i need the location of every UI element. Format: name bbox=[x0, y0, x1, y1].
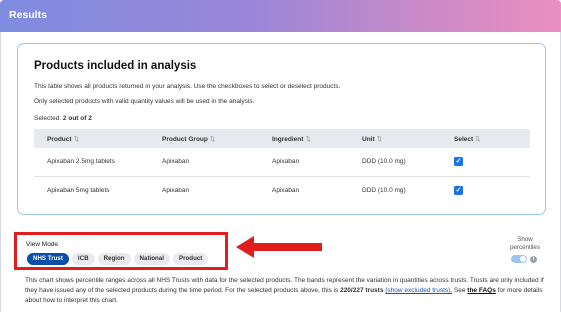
view-mode-region-button[interactable]: Region bbox=[97, 253, 131, 265]
checkbox-checked-icon[interactable]: ✓ bbox=[454, 185, 463, 195]
table-row: Apixaban 5mg tablets Apixaban Apixaban D… bbox=[34, 176, 530, 204]
sort-icon: ⇅ bbox=[376, 135, 383, 143]
sort-icon: ⇅ bbox=[305, 135, 311, 143]
cell-ingredient: Apixaban bbox=[272, 158, 300, 166]
selected-value: 2 out of 2 bbox=[62, 115, 92, 122]
trust-count: 220/227 trusts bbox=[340, 287, 384, 294]
view-mode-icb-button[interactable]: ICB bbox=[71, 253, 95, 265]
cell-product: Apixaban 2.5mg tablets bbox=[47, 158, 115, 166]
faqs-link[interactable]: the FAQs bbox=[467, 287, 496, 294]
sort-icon: ⇅ bbox=[475, 135, 481, 143]
chart-explanation: This chart shows percentile ranges acros… bbox=[25, 277, 544, 304]
show-excluded-trusts-link[interactable]: (show excluded trusts). bbox=[385, 287, 452, 294]
checkbox-checked-icon[interactable]: ✓ bbox=[454, 157, 463, 167]
view-mode-options: NHS Trust ICB Region National Product bbox=[27, 253, 209, 265]
column-header-unit[interactable]: Unit ⇅ bbox=[349, 129, 441, 148]
cell-ingredient: Apixaban bbox=[272, 186, 300, 194]
results-header: Results bbox=[0, 0, 561, 32]
view-mode-nhs-trust-button[interactable]: NHS Trust bbox=[27, 253, 69, 265]
results-title: Results bbox=[9, 9, 47, 21]
show-percentiles-label-1: Show bbox=[517, 236, 533, 243]
column-header-product-group[interactable]: Product Group ⇅ bbox=[149, 129, 259, 148]
toggle-knob bbox=[520, 256, 526, 262]
table-header-row: Product ⇅ Product Group ⇅ Ingredient ⇅ Unit… bbox=[34, 129, 530, 148]
cell-product-group: Apixaban bbox=[162, 158, 190, 166]
column-header-product[interactable]: Product ⇅ bbox=[34, 129, 149, 148]
info-icon[interactable]: i bbox=[530, 255, 537, 263]
products-card: Products included in analysis This table… bbox=[17, 43, 546, 215]
red-arrow-annotation bbox=[236, 236, 322, 258]
cell-select: ✓ bbox=[441, 148, 530, 176]
view-mode-label: View Mode bbox=[26, 241, 59, 248]
selected-count: Selected: 2 out of 2 bbox=[34, 115, 92, 122]
sort-icon: ⇅ bbox=[209, 135, 216, 143]
show-percentiles-label-2: percentiles bbox=[510, 244, 540, 251]
sort-icon: ⇅ bbox=[73, 135, 80, 143]
column-header-select[interactable]: Select ⇅ bbox=[441, 129, 530, 148]
column-header-ingredient[interactable]: Ingredient ⇅ bbox=[259, 129, 349, 148]
products-table: Product ⇅ Product Group ⇅ Ingredient ⇅ Unit… bbox=[34, 129, 530, 204]
show-percentiles-control: Show percentiles i bbox=[500, 236, 550, 263]
cell-unit: DDD (10.0 mg) bbox=[362, 186, 406, 194]
cell-select: ✓ bbox=[441, 176, 530, 204]
view-mode-product-button[interactable]: Product bbox=[172, 253, 209, 265]
percentiles-toggle[interactable] bbox=[511, 255, 527, 263]
view-mode-national-button[interactable]: National bbox=[133, 253, 170, 265]
selected-prefix: Selected: bbox=[34, 115, 63, 122]
table-row: Apixaban 2.5mg tablets Apixaban Apixaban… bbox=[34, 148, 530, 176]
cell-unit: DDD (10.0 mg) bbox=[362, 158, 406, 166]
products-card-title: Products included in analysis bbox=[34, 60, 197, 72]
products-note: Only selected products with valid quanti… bbox=[34, 98, 255, 105]
products-description: This table shows all products returned i… bbox=[34, 83, 341, 90]
view-mode-highlight-box: View Mode NHS Trust ICB Region National … bbox=[14, 232, 228, 270]
cell-product-group: Apixaban bbox=[162, 186, 190, 194]
cell-product: Apixaban 5mg tablets bbox=[47, 186, 110, 194]
